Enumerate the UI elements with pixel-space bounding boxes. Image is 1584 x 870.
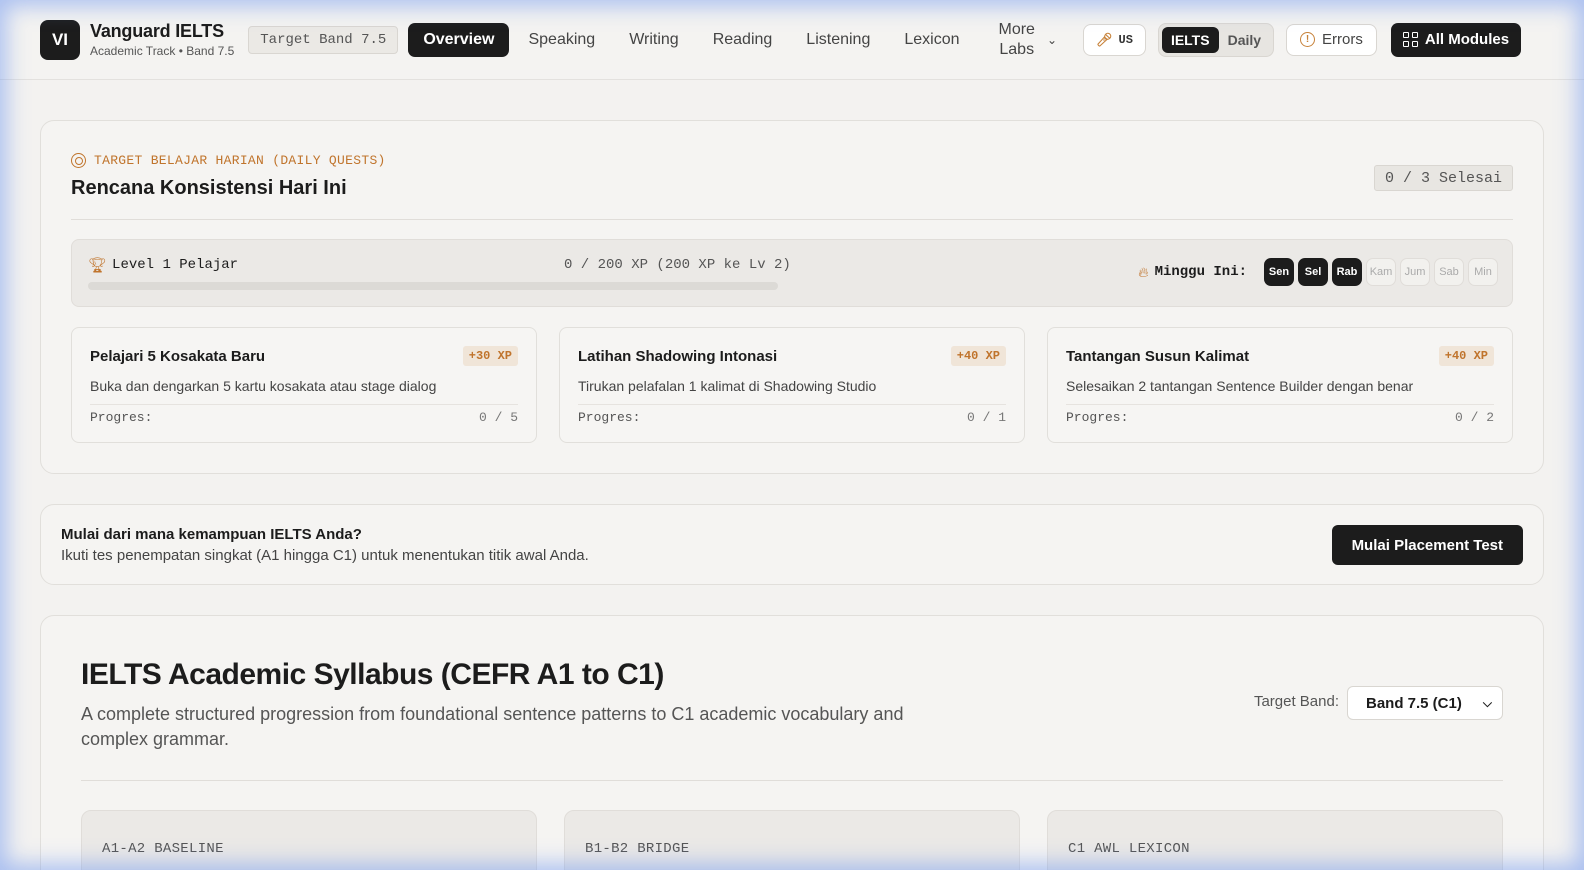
quest-title: Pelajari 5 Kosakata Baru: [90, 348, 266, 365]
quest-card-shadowing[interactable]: Latihan Shadowing Intonasi +40 XP Tiruka…: [559, 327, 1025, 443]
day-rab: Rab: [1332, 258, 1362, 286]
errors-button[interactable]: ! Errors: [1286, 23, 1377, 56]
quest-progress-value: 0 / 5: [478, 410, 518, 425]
main-nav: Overview Speaking Writing Reading Listen…: [408, 22, 978, 57]
syllabus-title: IELTS Academic Syllabus (CEFR A1 to C1): [81, 658, 664, 691]
quest-xp-badge: +40 XP: [950, 346, 1006, 366]
more-labs-label: More Labs: [999, 20, 1035, 60]
brand-name: Vanguard IELTS: [90, 21, 224, 41]
all-modules-button[interactable]: All Modules: [1390, 22, 1522, 57]
more-labs-line1: More: [998, 20, 1035, 38]
quest-progress-label: Progres:: [578, 410, 641, 425]
level-progress-box: 🏆︎ Level 1 Pelajar 0 / 200 XP (200 XP ke…: [71, 239, 1513, 307]
quest-title: Latihan Shadowing Intonasi: [578, 348, 778, 365]
chevron-down-icon: ⌄: [1046, 32, 1058, 47]
xp-text: 0 / 200 XP (200 XP ke Lv 2): [564, 257, 791, 273]
week-streak: 🔥︎ Minggu Ini: Sen Sel Rab Kam Jum Sab Min: [1138, 258, 1498, 286]
placement-subtitle: Ikuti tes penempatan singkat (A1 hingga …: [61, 547, 589, 564]
trophy-icon: 🏆︎: [88, 257, 108, 274]
quest-divider: [578, 404, 1006, 405]
more-labs-dropdown[interactable]: More Labs ⌄: [999, 20, 1058, 60]
week-days: Sen Sel Rab Kam Jum Sab Min: [1260, 258, 1498, 286]
brand-subtitle: Academic Track • Band 7.5: [90, 44, 235, 58]
quest-card-vocabulary[interactable]: Pelajari 5 Kosakata Baru +30 XP Buka dan…: [71, 327, 537, 443]
nav-overview[interactable]: Overview: [408, 22, 510, 57]
quests-done-count: 0 / 3 Selesai: [1373, 165, 1513, 191]
nav-reading[interactable]: Reading: [698, 23, 788, 57]
level-label: Level 1 Pelajar: [112, 257, 239, 273]
track-card-baseline[interactable]: A1-A2 BASELINE: [81, 810, 537, 870]
track-card-bridge[interactable]: B1-B2 BRIDGE: [564, 810, 1020, 870]
quest-card-sentence[interactable]: Tantangan Susun Kalimat +40 XP Selesaika…: [1047, 327, 1513, 443]
start-placement-button[interactable]: Mulai Placement Test: [1331, 525, 1523, 565]
quest-progress-label: Progres:: [90, 410, 153, 425]
syllabus-card: IELTS Academic Syllabus (CEFR A1 to C1) …: [40, 615, 1544, 870]
brand-block: Vanguard IELTS Academic Track • Band 7.5: [90, 21, 234, 58]
day-sab: Sab: [1434, 258, 1464, 286]
quest-description: Buka dan dengarkan 5 kartu kosakata atau…: [90, 378, 437, 394]
grid-icon: [1402, 32, 1418, 47]
more-labs-line2: Labs: [999, 40, 1035, 58]
alert-circle-icon: !: [1300, 32, 1316, 47]
target-band-label: Target Band:: [1253, 693, 1339, 710]
level-label-group: 🏆︎ Level 1 Pelajar: [88, 256, 238, 274]
microphone-icon: 🎤︎: [1096, 31, 1113, 47]
track-label: B1-B2 BRIDGE: [585, 841, 690, 857]
syllabus-description: A complete structured progression from f…: [81, 704, 904, 749]
day-min: Min: [1468, 258, 1498, 286]
quest-description: Selesaikan 2 tantangan Sentence Builder …: [1066, 378, 1414, 394]
quests-eyebrow: TARGET BELAJAR HARIAN (DAILY QUESTS): [71, 153, 386, 168]
nav-listening[interactable]: Listening: [791, 23, 885, 57]
all-modules-label: All Modules: [1424, 31, 1510, 48]
quest-divider: [90, 404, 518, 405]
daily-quests-card: TARGET BELAJAR HARIAN (DAILY QUESTS) Ren…: [40, 120, 1544, 474]
quest-description: Tirukan pelafalan 1 kalimat di Shadowing…: [578, 378, 877, 394]
day-sel: Sel: [1298, 258, 1328, 286]
track-label: A1-A2 BASELINE: [102, 841, 224, 857]
placement-title: Mulai dari mana kemampuan IELTS Anda?: [61, 526, 362, 543]
day-jum: Jum: [1400, 258, 1430, 286]
quests-divider: [71, 219, 1513, 220]
quest-progress-label: Progres:: [1066, 410, 1129, 425]
nav-speaking[interactable]: Speaking: [513, 23, 610, 57]
top-navigation-bar: VI Vanguard IELTS Academic Track • Band …: [0, 0, 1584, 80]
target-band-value: Band 7.5 (C1): [1366, 694, 1462, 712]
accent-mic-button[interactable]: 🎤︎ US: [1083, 23, 1146, 56]
quests-title: Rencana Konsistensi Hari Ini: [71, 177, 347, 199]
placement-banner: Mulai dari mana kemampuan IELTS Anda? Ik…: [40, 504, 1544, 585]
quest-progress-value: 0 / 1: [966, 410, 1006, 425]
mode-toggle: IELTS Daily: [1157, 22, 1275, 57]
syllabus-divider: [81, 780, 1503, 781]
quest-xp-badge: +30 XP: [462, 346, 518, 366]
quest-title: Tantangan Susun Kalimat: [1066, 348, 1250, 365]
day-sen: Sen: [1264, 258, 1294, 286]
app-logo[interactable]: VI: [40, 19, 80, 60]
syllabus-tracks: A1-A2 BASELINE B1-B2 BRIDGE C1 AWL LEXIC…: [81, 810, 1503, 870]
errors-label: Errors: [1322, 31, 1363, 48]
flame-icon: 🔥︎: [1138, 263, 1149, 280]
quest-progress-value: 0 / 2: [1454, 410, 1494, 425]
mode-ielts[interactable]: IELTS: [1161, 26, 1219, 53]
quests-eyebrow-text: TARGET BELAJAR HARIAN (DAILY QUESTS): [94, 153, 386, 168]
xp-progress-bar: [88, 282, 778, 290]
target-icon: [71, 153, 86, 168]
nav-lexicon[interactable]: Lexicon: [889, 23, 974, 57]
track-label: C1 AWL LEXICON: [1068, 841, 1190, 857]
quest-list: Pelajari 5 Kosakata Baru +30 XP Buka dan…: [71, 327, 1513, 443]
track-card-lexicon[interactable]: C1 AWL LEXICON: [1047, 810, 1503, 870]
target-band-pill: Target Band 7.5: [248, 25, 399, 54]
week-label: Minggu Ini:: [1154, 264, 1247, 280]
mode-daily[interactable]: Daily: [1219, 27, 1270, 53]
day-kam: Kam: [1366, 258, 1396, 286]
quest-xp-badge: +40 XP: [1438, 346, 1494, 366]
accent-label: US: [1118, 32, 1133, 47]
nav-writing[interactable]: Writing: [614, 23, 694, 57]
quest-divider: [1066, 404, 1494, 405]
chevron-down-icon: ⌵: [1482, 695, 1492, 710]
target-band-select[interactable]: Band 7.5 (C1) ⌵: [1347, 686, 1503, 720]
